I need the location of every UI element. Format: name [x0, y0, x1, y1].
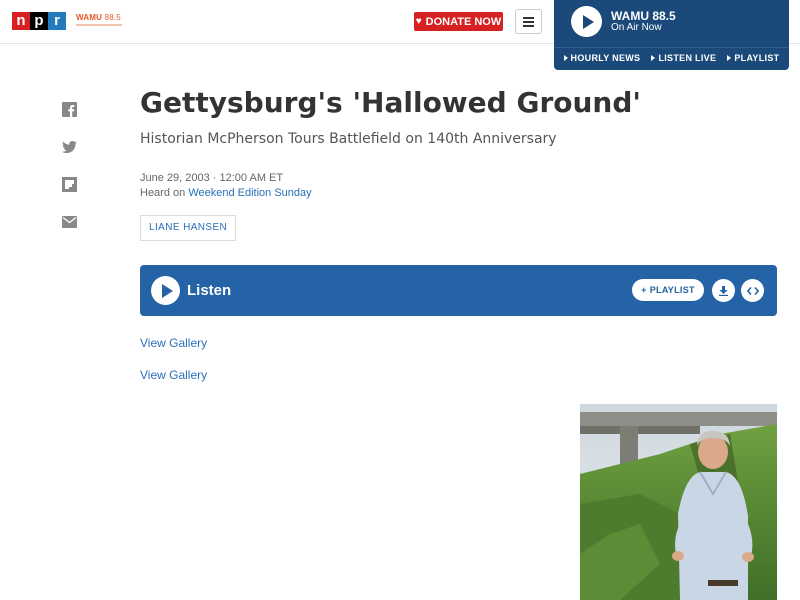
- playlist-link[interactable]: PLAYLIST: [727, 53, 779, 63]
- caret-right-icon: [727, 54, 732, 61]
- email-icon[interactable]: [62, 216, 77, 228]
- facebook-icon[interactable]: [62, 102, 77, 117]
- download-icon: [719, 285, 728, 296]
- wamu-logo-name: WAMU 88.5: [76, 13, 121, 22]
- heard-on: Heard on Weekend Edition Sunday: [140, 187, 312, 199]
- listen-live-link[interactable]: LISTEN LIVE: [651, 53, 716, 63]
- caret-right-icon: [563, 54, 568, 61]
- donate-button[interactable]: ♥ DONATE NOW: [414, 12, 503, 31]
- program-link[interactable]: Weekend Edition Sunday: [188, 187, 311, 199]
- wamu-logo-tagline-bar: [76, 24, 122, 26]
- hourly-news-link[interactable]: HOURLY NEWS: [563, 53, 641, 63]
- live-player-panel: WAMU 88.5 On Air Now HOURLY NEWS LISTEN …: [554, 0, 789, 70]
- npr-logo[interactable]: n p r: [12, 12, 66, 30]
- plus-icon: +: [641, 285, 647, 295]
- live-station-name: WAMU 88.5: [611, 9, 676, 23]
- hamburger-icon: [523, 16, 534, 19]
- download-button[interactable]: [712, 279, 735, 302]
- flipboard-icon[interactable]: [62, 177, 77, 192]
- add-to-playlist-button[interactable]: + PLAYLIST: [632, 279, 704, 301]
- embed-button[interactable]: [741, 279, 764, 302]
- page-subtitle: Historian McPherson Tours Battlefield on…: [140, 131, 557, 147]
- npr-logo-n: n: [12, 12, 30, 30]
- page-title: Gettysburg's 'Hallowed Ground': [140, 86, 641, 119]
- live-status: On Air Now: [611, 22, 662, 33]
- menu-button[interactable]: [515, 9, 542, 34]
- npr-logo-r: r: [48, 12, 66, 30]
- view-gallery-link[interactable]: View Gallery: [140, 368, 207, 382]
- caret-right-icon: [651, 54, 656, 61]
- live-play-button[interactable]: [571, 6, 602, 37]
- play-button[interactable]: [151, 276, 180, 305]
- npr-logo-p: p: [30, 12, 48, 30]
- listen-label[interactable]: Listen: [187, 282, 231, 299]
- playlist-label: PLAYLIST: [649, 285, 695, 295]
- live-links: HOURLY NEWS LISTEN LIVE PLAYLIST: [554, 47, 789, 67]
- twitter-icon[interactable]: [62, 141, 77, 154]
- view-gallery-link[interactable]: View Gallery: [140, 336, 207, 350]
- gallery-photo: [580, 404, 777, 600]
- donate-label: DONATE NOW: [425, 15, 502, 28]
- wamu-logo[interactable]: WAMU 88.5: [76, 13, 128, 26]
- live-player-top: WAMU 88.5 On Air Now: [554, 0, 789, 44]
- publish-date: June 29, 2003 · 12:00 AM ET: [140, 172, 284, 184]
- audio-player: Listen + PLAYLIST: [140, 265, 777, 316]
- embed-icon: [746, 286, 759, 295]
- byline-button[interactable]: LIANE HANSEN: [140, 215, 237, 241]
- heart-icon: ♥: [415, 15, 422, 27]
